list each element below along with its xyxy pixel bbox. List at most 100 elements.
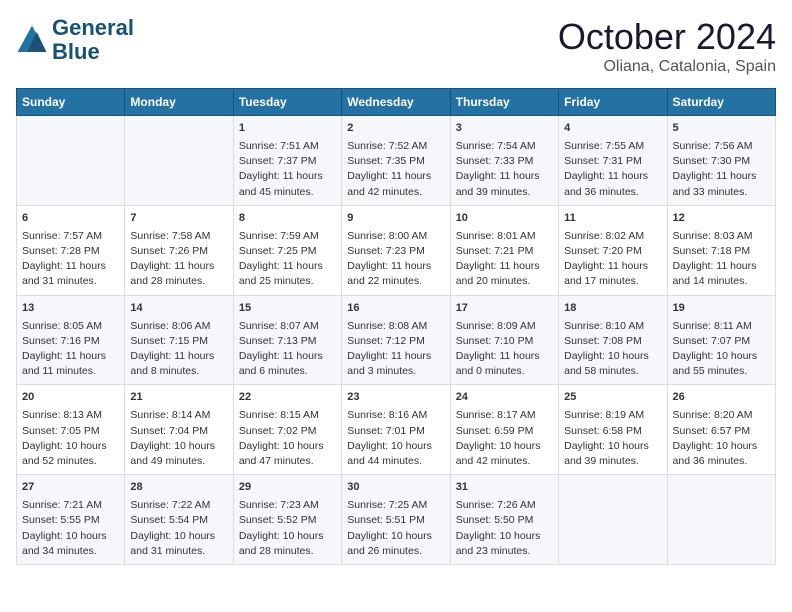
cell-w2-d7: 12Sunrise: 8:03 AMSunset: 7:18 PMDayligh… [667, 205, 775, 295]
day-info-line: Sunrise: 7:55 AM [564, 139, 661, 154]
day-info-line: Sunrise: 7:52 AM [347, 139, 444, 154]
day-number: 20 [22, 390, 119, 406]
week-row-5: 27Sunrise: 7:21 AMSunset: 5:55 PMDayligh… [17, 475, 776, 565]
day-info-line: Daylight: 11 hours [564, 169, 661, 184]
calendar-table: Sunday Monday Tuesday Wednesday Thursday… [16, 88, 776, 565]
day-number: 11 [564, 211, 661, 227]
day-info-line: Sunrise: 7:58 AM [130, 229, 227, 244]
day-number: 25 [564, 390, 661, 406]
day-info-line: Daylight: 11 hours [239, 169, 336, 184]
day-number: 9 [347, 211, 444, 227]
day-info-line: Sunset: 7:21 PM [456, 244, 553, 259]
day-number: 19 [673, 301, 770, 317]
day-info-line: and 42 minutes. [456, 454, 553, 469]
cell-w4-d3: 22Sunrise: 8:15 AMSunset: 7:02 PMDayligh… [233, 385, 341, 475]
calendar-header: Sunday Monday Tuesday Wednesday Thursday… [17, 89, 776, 116]
logo: General Blue [16, 16, 134, 64]
day-number: 13 [22, 301, 119, 317]
day-info-line: Daylight: 11 hours [673, 259, 770, 274]
day-info-line: Sunrise: 8:00 AM [347, 229, 444, 244]
day-info-line: Daylight: 10 hours [673, 439, 770, 454]
day-info-line: Sunrise: 7:57 AM [22, 229, 119, 244]
day-info-line: Sunrise: 8:19 AM [564, 408, 661, 423]
day-number: 8 [239, 211, 336, 227]
day-info-line: Sunset: 6:57 PM [673, 424, 770, 439]
day-number: 4 [564, 121, 661, 137]
day-info-line: and 28 minutes. [239, 544, 336, 559]
day-info-line: Sunset: 5:52 PM [239, 513, 336, 528]
title-section: October 2024 Oliana, Catalonia, Spain [558, 16, 776, 76]
day-info-line: Sunrise: 7:21 AM [22, 498, 119, 513]
day-info-line: Sunset: 7:18 PM [673, 244, 770, 259]
col-wednesday: Wednesday [342, 89, 450, 116]
day-info-line: Daylight: 10 hours [130, 529, 227, 544]
day-info-line: Daylight: 10 hours [347, 529, 444, 544]
day-info-line: and 11 minutes. [22, 364, 119, 379]
day-info-line: Sunrise: 7:26 AM [456, 498, 553, 513]
day-info-line: Sunset: 7:25 PM [239, 244, 336, 259]
day-number: 10 [456, 211, 553, 227]
day-info-line: Sunset: 7:28 PM [22, 244, 119, 259]
logo-text: General Blue [52, 16, 134, 64]
day-info-line: Daylight: 10 hours [456, 529, 553, 544]
day-info-line: Daylight: 11 hours [347, 259, 444, 274]
day-info-line: Daylight: 10 hours [673, 349, 770, 364]
day-info-line: and 14 minutes. [673, 274, 770, 289]
week-row-3: 13Sunrise: 8:05 AMSunset: 7:16 PMDayligh… [17, 295, 776, 385]
col-tuesday: Tuesday [233, 89, 341, 116]
day-info-line: Sunset: 7:26 PM [130, 244, 227, 259]
cell-w4-d2: 21Sunrise: 8:14 AMSunset: 7:04 PMDayligh… [125, 385, 233, 475]
day-info-line: Sunset: 7:16 PM [22, 334, 119, 349]
day-info-line: and 36 minutes. [673, 454, 770, 469]
day-info-line: Sunrise: 8:01 AM [456, 229, 553, 244]
cell-w1-d6: 4Sunrise: 7:55 AMSunset: 7:31 PMDaylight… [559, 116, 667, 206]
day-info-line: Daylight: 11 hours [673, 169, 770, 184]
week-row-4: 20Sunrise: 8:13 AMSunset: 7:05 PMDayligh… [17, 385, 776, 475]
cell-w2-d4: 9Sunrise: 8:00 AMSunset: 7:23 PMDaylight… [342, 205, 450, 295]
col-thursday: Thursday [450, 89, 558, 116]
day-info-line: and 28 minutes. [130, 274, 227, 289]
cell-w2-d1: 6Sunrise: 7:57 AMSunset: 7:28 PMDaylight… [17, 205, 125, 295]
day-info-line: Sunrise: 8:09 AM [456, 319, 553, 334]
day-info-line: Daylight: 10 hours [22, 529, 119, 544]
day-info-line: Daylight: 10 hours [456, 439, 553, 454]
day-info-line: Sunrise: 7:23 AM [239, 498, 336, 513]
week-row-2: 6Sunrise: 7:57 AMSunset: 7:28 PMDaylight… [17, 205, 776, 295]
cell-w1-d4: 2Sunrise: 7:52 AMSunset: 7:35 PMDaylight… [342, 116, 450, 206]
day-info-line: Sunrise: 7:25 AM [347, 498, 444, 513]
day-info-line: Sunrise: 8:11 AM [673, 319, 770, 334]
day-info-line: Sunset: 5:51 PM [347, 513, 444, 528]
day-info-line: Daylight: 10 hours [130, 439, 227, 454]
day-info-line: Daylight: 10 hours [239, 439, 336, 454]
header-row: Sunday Monday Tuesday Wednesday Thursday… [17, 89, 776, 116]
cell-w1-d3: 1Sunrise: 7:51 AMSunset: 7:37 PMDaylight… [233, 116, 341, 206]
day-info-line: Sunset: 7:10 PM [456, 334, 553, 349]
day-info-line: Sunset: 7:12 PM [347, 334, 444, 349]
day-info-line: Sunset: 5:54 PM [130, 513, 227, 528]
day-number: 30 [347, 480, 444, 496]
calendar-body: 1Sunrise: 7:51 AMSunset: 7:37 PMDaylight… [17, 116, 776, 565]
day-info-line: Daylight: 11 hours [456, 169, 553, 184]
cell-w4-d7: 26Sunrise: 8:20 AMSunset: 6:57 PMDayligh… [667, 385, 775, 475]
day-info-line: Daylight: 11 hours [456, 259, 553, 274]
day-info-line: Sunset: 6:59 PM [456, 424, 553, 439]
day-number: 22 [239, 390, 336, 406]
day-info-line: and 6 minutes. [239, 364, 336, 379]
col-saturday: Saturday [667, 89, 775, 116]
cell-w4-d6: 25Sunrise: 8:19 AMSunset: 6:58 PMDayligh… [559, 385, 667, 475]
day-info-line: and 17 minutes. [564, 274, 661, 289]
cell-w1-d2 [125, 116, 233, 206]
day-info-line: and 44 minutes. [347, 454, 444, 469]
cell-w3-d3: 15Sunrise: 8:07 AMSunset: 7:13 PMDayligh… [233, 295, 341, 385]
day-info-line: Sunrise: 7:54 AM [456, 139, 553, 154]
col-sunday: Sunday [17, 89, 125, 116]
day-info-line: Sunset: 7:08 PM [564, 334, 661, 349]
cell-w2-d5: 10 Sunrise: 8:01 AMSunset: 7:21 PMDayligh… [450, 205, 558, 295]
day-number: 1 [239, 121, 336, 137]
day-info-line: and 31 minutes. [130, 544, 227, 559]
day-number: 18 [564, 301, 661, 317]
day-info-line: Sunset: 7:15 PM [130, 334, 227, 349]
day-number: 15 [239, 301, 336, 317]
cell-w3-d6: 18Sunrise: 8:10 AMSunset: 7:08 PMDayligh… [559, 295, 667, 385]
day-info-line: Sunrise: 8:13 AM [22, 408, 119, 423]
